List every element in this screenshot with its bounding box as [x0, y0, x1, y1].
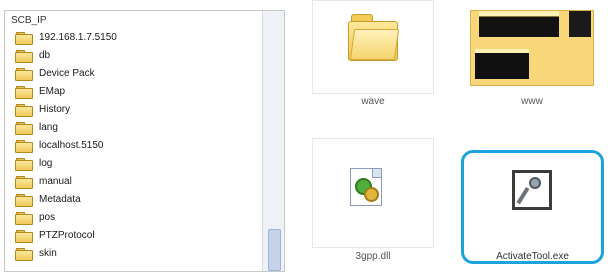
tree-item-label: 192.168.1.7.5150: [39, 32, 117, 43]
folder-tree-pane: SCB_IP 192.168.1.7.5150 db Device Pack E…: [4, 10, 285, 272]
file-label-dll: 3gpp.dll: [355, 251, 391, 262]
tree-item[interactable]: EMap: [15, 84, 65, 100]
folder-icon: [15, 32, 33, 45]
tree-item-label: PTZProtocol: [39, 230, 95, 241]
tree-item[interactable]: skin: [15, 246, 57, 262]
folder-icon: [15, 50, 33, 63]
folder-icon[interactable]: [348, 14, 400, 61]
tree-item[interactable]: manual: [15, 174, 72, 190]
folder-icon: [15, 212, 33, 225]
folder-icon: [15, 230, 33, 243]
tree-item[interactable]: db: [15, 48, 50, 64]
file-label-wave: wave: [361, 96, 385, 107]
scrollbar-thumb[interactable]: [268, 229, 281, 271]
tree-item[interactable]: History: [15, 102, 70, 118]
tree-item-label: skin: [39, 248, 57, 259]
tree-item[interactable]: Device Pack: [15, 66, 95, 82]
tree-item-label: localhost.5150: [39, 140, 104, 151]
tree-item[interactable]: log: [15, 156, 52, 172]
tree-root-label[interactable]: SCB_IP: [11, 13, 47, 29]
key-exe-icon[interactable]: [512, 170, 552, 210]
tree-item-label: lang: [39, 122, 58, 133]
tree-scrollbar[interactable]: [262, 11, 284, 271]
thumbnail-preview: [569, 11, 591, 37]
tree-item[interactable]: pos: [15, 210, 55, 226]
folder-icon: [15, 86, 33, 99]
folder-icon: [15, 140, 33, 153]
tree-item-label: pos: [39, 212, 56, 223]
folder-icon: [15, 122, 33, 135]
folder-icon: [15, 68, 33, 81]
file-label-exe: ActivateTool.exe: [496, 251, 569, 262]
tree-item[interactable]: localhost.5150: [15, 138, 104, 154]
folder-icon: [15, 194, 33, 207]
tree-item[interactable]: Metadata: [15, 192, 81, 208]
tree-item-label: log: [39, 158, 53, 169]
thumbnail-preview: [479, 11, 559, 37]
thumbnail-preview: [475, 49, 529, 79]
file-label-www: www: [521, 96, 543, 107]
tree-item[interactable]: 192.168.1.7.5150: [15, 30, 117, 46]
folder-icon: [15, 176, 33, 189]
tree-item-label: Device Pack: [39, 68, 95, 79]
tree-item-label: EMap: [39, 86, 66, 97]
folder-icon: [15, 248, 33, 261]
explorer-window: SCB_IP 192.168.1.7.5150 db Device Pack E…: [0, 0, 614, 277]
tree-item-label: History: [39, 104, 71, 115]
tree-item-label: manual: [39, 176, 72, 187]
folder-thumbnail-icon[interactable]: [470, 10, 594, 86]
tree-item[interactable]: lang: [15, 120, 58, 136]
dll-file-icon[interactable]: [350, 168, 382, 206]
tree-item[interactable]: PTZProtocol: [15, 228, 95, 244]
folder-icon: [15, 104, 33, 117]
tree-item-label: Metadata: [39, 194, 81, 205]
folder-icon: [15, 158, 33, 171]
tree-item-label: db: [39, 50, 51, 61]
